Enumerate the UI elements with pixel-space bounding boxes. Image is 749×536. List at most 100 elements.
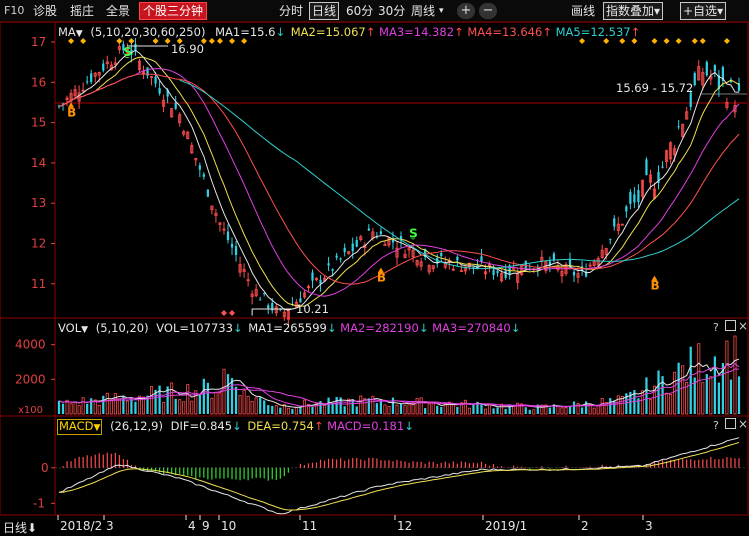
dea-value: DEA=0.754 — [247, 419, 314, 433]
chart-frame — [0, 21, 749, 516]
volume-bar — [97, 404, 101, 415]
volume-bar — [564, 407, 568, 415]
maximize-icon[interactable] — [725, 418, 736, 429]
arrow-down-icon: ↓ — [404, 419, 414, 433]
volume-bar — [291, 409, 294, 414]
arrow-down-icon: ↓ — [275, 25, 286, 39]
volume-bar — [274, 405, 278, 415]
event-diamond — [691, 38, 698, 44]
volume-bar — [379, 401, 383, 414]
y-tick-label: 15 — [31, 116, 46, 130]
volume-bar — [335, 396, 338, 414]
volume-bar — [234, 386, 238, 414]
volume-bar — [391, 397, 395, 414]
volume-bar — [170, 382, 174, 415]
candle-body — [198, 165, 201, 170]
arrow-down-icon: ↓ — [232, 321, 243, 335]
bottom-period-selector[interactable]: 日线⬇ — [3, 519, 37, 536]
volume-bar — [186, 384, 190, 415]
volume-bar — [640, 390, 644, 415]
volume-bar — [592, 407, 596, 415]
ma-params: (5,10,20,30,60,250) — [90, 25, 206, 39]
volume-bar — [210, 397, 214, 415]
help-icon[interactable]: ? — [713, 419, 719, 432]
volume-bar — [600, 398, 604, 415]
arrow-down-icon: ↓ — [510, 321, 521, 335]
volume-bar — [202, 378, 205, 414]
volume-bar — [299, 406, 302, 414]
vol-ma1-value: MA1=265599 — [248, 321, 327, 335]
candle-body — [480, 256, 483, 262]
ma-legend: MA▼ (5,10,20,30,60,250) MA1=15.6↓ MA2=15… — [58, 25, 640, 39]
volume-bar — [77, 405, 81, 415]
volume-ma1-line — [58, 358, 740, 408]
volume-bar — [451, 403, 455, 415]
chevron-down-icon[interactable]: ▼ — [81, 323, 88, 337]
macd-legend: MACD▼ (26,12,9) DIF=0.845↓ DEA=0.754↑ MA… — [57, 419, 414, 435]
arrow-down-icon: ↓ — [418, 321, 429, 335]
volume-bar — [548, 407, 552, 414]
candle-body — [625, 206, 628, 212]
low-price-label: 10.21 — [296, 302, 329, 316]
volume-bar — [512, 405, 516, 415]
volume-bar — [279, 407, 282, 414]
volume-bar — [645, 377, 648, 414]
volume-bar — [399, 403, 403, 414]
macd-tick-label: -1 — [33, 496, 45, 510]
candle-body — [629, 191, 632, 204]
volume-ma3-line — [58, 368, 740, 407]
volume-bar — [677, 362, 680, 414]
candle-body — [609, 239, 612, 241]
x-tick-label: 12 — [397, 519, 412, 533]
chevron-down-icon[interactable]: ▼ — [76, 27, 83, 41]
vol-indicator-name[interactable]: VOL — [58, 321, 81, 335]
volume-bar — [90, 398, 93, 414]
close-icon[interactable]: × — [738, 417, 748, 431]
arrow-up-icon: ↑ — [313, 419, 324, 433]
volume-bar — [146, 395, 149, 414]
arrow-down-icon: ↓ — [326, 321, 337, 335]
ma-indicator-name[interactable]: MA — [58, 25, 76, 39]
volume-bar — [463, 399, 467, 415]
candle-body — [335, 255, 338, 258]
macd-indicator-name: MACD — [59, 419, 94, 433]
volume-bar — [246, 395, 250, 415]
candle-body — [693, 73, 696, 86]
volume-bar — [102, 395, 105, 414]
volume-bar — [150, 386, 154, 415]
help-icon[interactable]: ? — [713, 321, 719, 334]
close-icon[interactable]: × — [738, 319, 748, 333]
maximize-icon[interactable] — [725, 320, 736, 331]
volume-bar — [472, 403, 475, 414]
volume-bar — [230, 378, 234, 414]
macd-dea-line — [58, 442, 740, 511]
volume-bar — [238, 395, 242, 415]
volume-bar — [584, 401, 588, 414]
dif-value: DIF=0.845 — [170, 419, 233, 433]
volume-bar — [218, 392, 222, 415]
volume-bar — [182, 401, 186, 415]
vol-tick-label: 2000 — [15, 372, 46, 386]
candle-body — [355, 240, 358, 247]
volume-bar — [407, 403, 411, 415]
volume-bar — [697, 343, 701, 415]
candle-body — [90, 73, 93, 83]
x-tick-label: 2019/1 — [485, 519, 527, 533]
event-diamond — [229, 310, 236, 316]
volume-bar — [254, 397, 258, 415]
annotations: 16.90 10.21 15.69 - 15.72 x100 — [18, 42, 693, 416]
volume-bar — [134, 401, 137, 414]
axes: 11 12 13 14 15 16 17 2000 4000 -1 0 2018/2 3 4 9 10 11 12… — [15, 35, 653, 533]
candle-body — [661, 166, 664, 168]
volume-bar — [174, 398, 177, 414]
macd-indicator-selector[interactable]: MACD▼ — [57, 419, 103, 435]
volume-bar — [73, 401, 77, 415]
volume-bar — [198, 394, 201, 414]
buy-signal-marker: B — [67, 105, 76, 119]
event-diamond — [675, 38, 682, 44]
stock-chart[interactable]: B S S B B 11 12 13 14 15 16 17 2000 4000 -1 0 2018/2 3 4 9… — [0, 0, 749, 536]
candle-body — [492, 269, 495, 275]
volume-bar — [69, 403, 73, 415]
candle-body — [331, 269, 334, 271]
volume-bar — [263, 400, 266, 414]
